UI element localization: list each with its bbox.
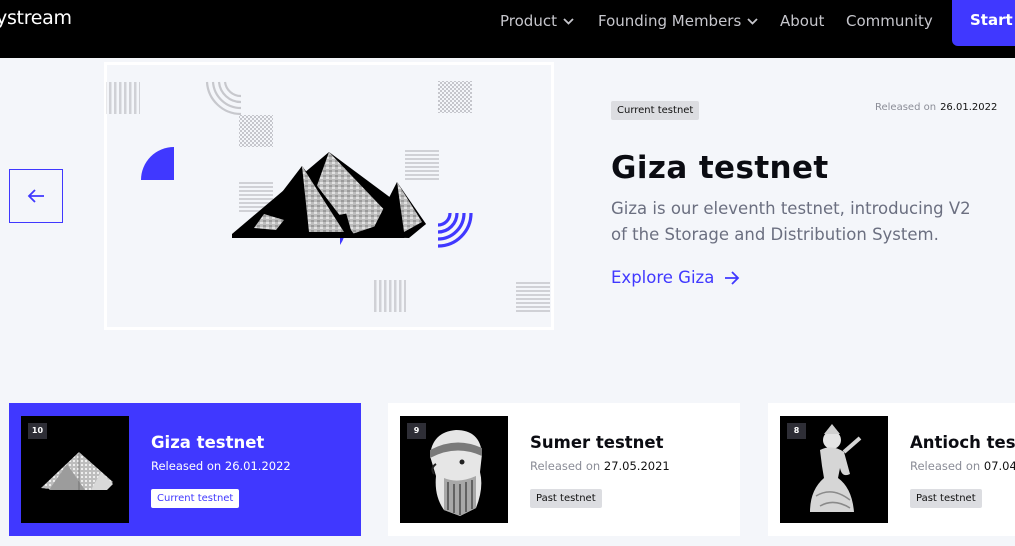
current-testnet-badge: Current testnet bbox=[611, 101, 700, 120]
card-release: Released on 27.05.2021 bbox=[530, 459, 670, 473]
hero-pyramids-illustration bbox=[106, 81, 550, 312]
card-release-label: Released on bbox=[151, 459, 222, 473]
hero-title: Giza testnet bbox=[611, 150, 829, 186]
card-number: 8 bbox=[787, 423, 806, 439]
released-label: Released on bbox=[875, 102, 937, 113]
nav-community-label: Community bbox=[846, 12, 933, 30]
previous-slide-button[interactable] bbox=[9, 169, 63, 223]
card-status-badge: Current testnet bbox=[151, 489, 240, 508]
card-release-label: Released on bbox=[910, 459, 981, 473]
card-thumbnail: 8 bbox=[780, 416, 888, 523]
card-thumbnail: 9 bbox=[400, 416, 508, 523]
nav-about[interactable]: About bbox=[780, 11, 824, 31]
card-number: 9 bbox=[407, 423, 426, 439]
explore-giza-link[interactable]: Explore Giza bbox=[611, 268, 740, 287]
hero-description: Giza is our eleventh testnet, introducin… bbox=[611, 199, 971, 244]
nav-community[interactable]: Community bbox=[846, 11, 933, 31]
arrow-right-icon bbox=[725, 270, 740, 285]
arrow-left-icon bbox=[27, 189, 44, 203]
nav-product[interactable]: Product bbox=[500, 11, 574, 31]
card-release-date: 27.05.2021 bbox=[603, 459, 670, 473]
card-thumbnail: 10 bbox=[21, 416, 129, 523]
chevron-down-icon bbox=[747, 17, 758, 25]
logo[interactable]: ystream bbox=[0, 7, 72, 29]
nav-founding-members[interactable]: Founding Members bbox=[598, 11, 758, 31]
nav-founding-members-label: Founding Members bbox=[598, 12, 742, 30]
card-status-badge: Past testnet bbox=[530, 489, 602, 508]
card-title: Giza testnet bbox=[151, 433, 265, 452]
card-release: Released on 07.04 bbox=[910, 459, 1015, 473]
testnet-card-giza[interactable]: 10 Giza testnet Released on 26.01.2022 C… bbox=[9, 403, 361, 536]
card-release-date: 26.01.2022 bbox=[224, 459, 291, 473]
chevron-down-icon bbox=[563, 17, 574, 25]
testnet-card-sumer[interactable]: 9 Sumer testnet Released on 27.05.2021 P… bbox=[388, 403, 740, 536]
explore-link-label: Explore Giza bbox=[611, 268, 715, 287]
card-number: 10 bbox=[28, 423, 47, 439]
card-release: Released on 26.01.2022 bbox=[151, 459, 291, 473]
release-date: 26.01.2022 bbox=[940, 102, 998, 113]
nav-product-label: Product bbox=[500, 12, 557, 30]
card-title: Sumer testnet bbox=[530, 433, 664, 452]
start-button[interactable]: Start e bbox=[952, 0, 1015, 46]
testnet-card-antioch[interactable]: 8 Antioch testr Released on 07.04 Past t… bbox=[768, 403, 1015, 536]
top-navigation: ystream Product Founding Members About C… bbox=[0, 0, 1015, 58]
card-release-date: 07.04 bbox=[983, 459, 1015, 473]
card-title: Antioch testr bbox=[910, 433, 1015, 452]
card-release-label: Released on bbox=[530, 459, 601, 473]
hero-release-info: Released on 26.01.2022 bbox=[875, 102, 997, 113]
card-status-badge: Past testnet bbox=[910, 489, 982, 508]
nav-about-label: About bbox=[780, 12, 825, 30]
